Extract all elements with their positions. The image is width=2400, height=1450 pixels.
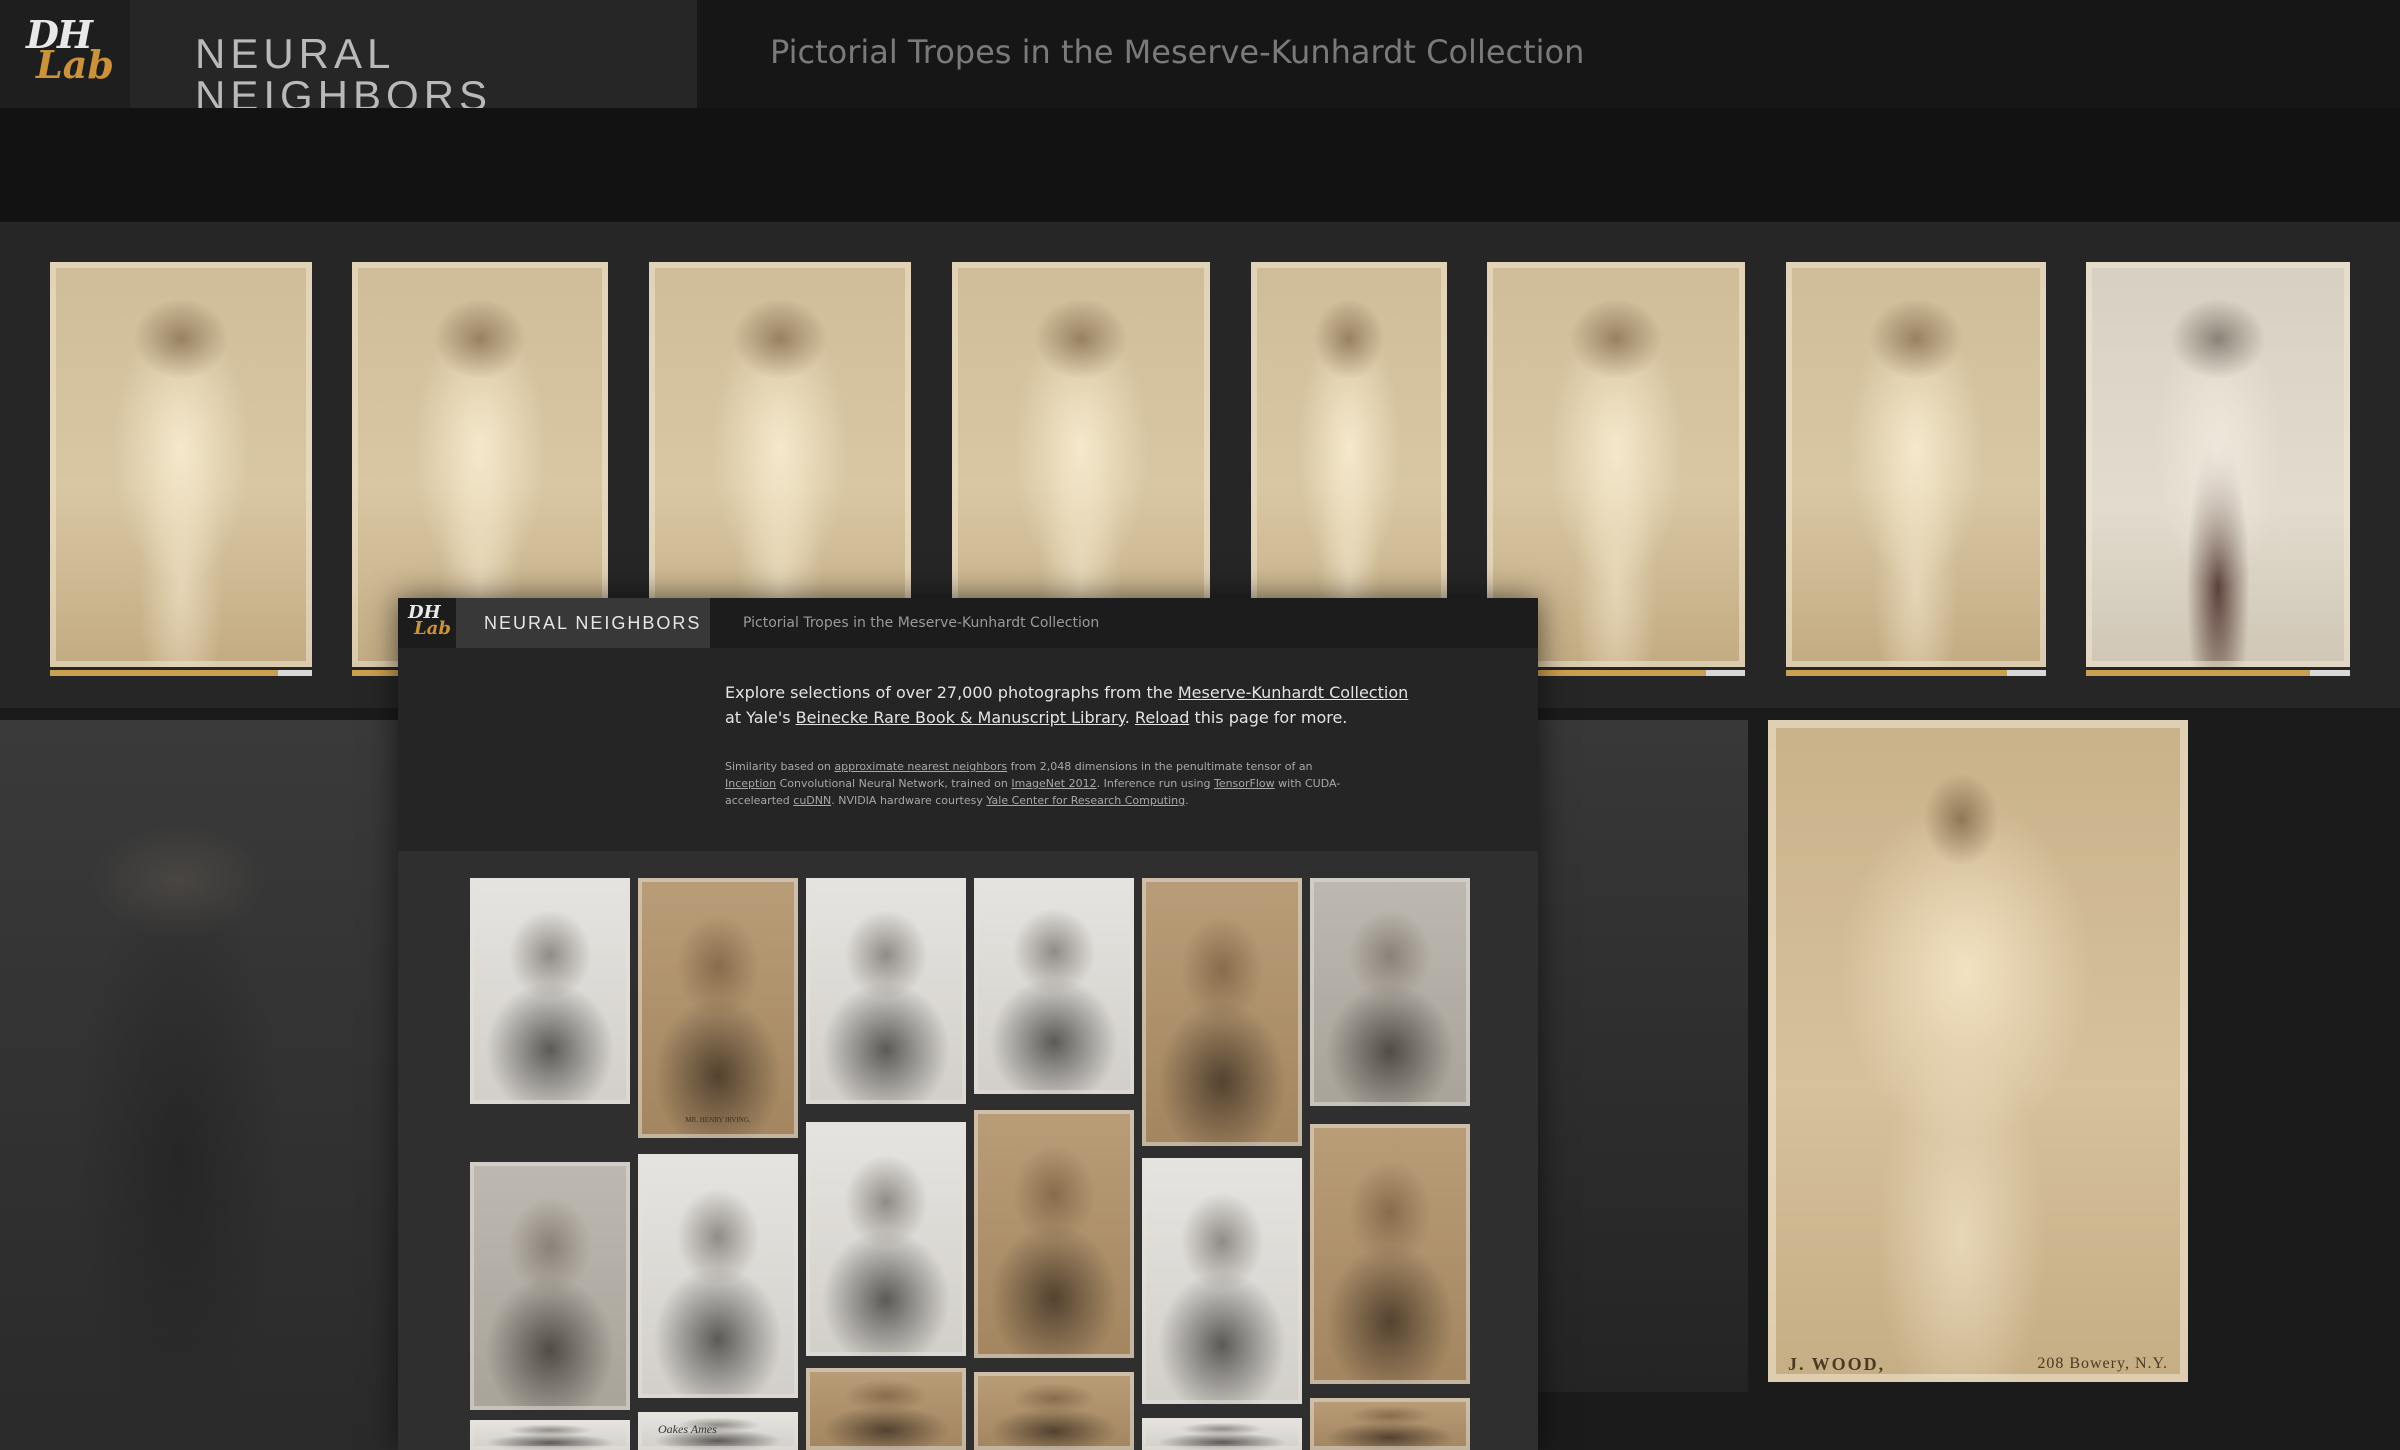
strip-photo-7[interactable] (1786, 262, 2046, 667)
grid-photo-17[interactable] (1142, 1418, 1302, 1450)
modal-subtitle: Pictorial Tropes in the Meserve-Kunhardt… (743, 615, 1100, 631)
modal-header: DH Lab NEURAL NEIGHBORS Pictorial Tropes… (398, 598, 1538, 648)
meserve-kunhardt-link[interactable]: Meserve-Kunhardt Collection (1178, 683, 1408, 702)
background-portrait-center (1538, 720, 1748, 1392)
credits-text-6: . NVIDIA hardware courtesy (831, 794, 987, 807)
strip-photo-8[interactable] (2086, 262, 2350, 667)
grid-photo-15[interactable] (806, 1368, 966, 1450)
grid-photo-12[interactable] (1310, 1124, 1470, 1384)
dh-lab-logo[interactable]: DH Lab (0, 0, 130, 108)
cudnn-link[interactable]: cuDNN (793, 794, 831, 807)
grid-photo-5[interactable] (1142, 878, 1302, 1146)
imagenet-link[interactable]: ImageNet 2012 (1011, 777, 1096, 790)
grid-caption-oakes-ames: Oakes Ames (658, 1422, 717, 1436)
background-portrait-left (0, 720, 398, 1450)
grid-photo-14[interactable]: Oakes Ames (638, 1412, 798, 1450)
modal-intro: Explore selections of over 27,000 photog… (398, 648, 1538, 851)
strip-progress-1 (50, 670, 312, 676)
brand-title: NEURAL NEIGHBORS (195, 30, 493, 119)
credits-text-2: from 2,048 dimensions in the penultimate… (1007, 760, 1313, 773)
site-header: DH Lab NEURAL NEIGHBORS Pictorial Tropes… (0, 0, 2400, 117)
beinecke-link[interactable]: Beinecke Rare Book & Manuscript Library (796, 708, 1125, 727)
credits-text-7: . (1185, 794, 1189, 807)
grid-photo-7[interactable] (470, 1162, 630, 1410)
inception-link[interactable]: Inception (725, 777, 776, 790)
grid-photo-8[interactable] (638, 1154, 798, 1398)
brand-tab[interactable]: NEURAL NEIGHBORS (130, 0, 697, 117)
logo-lab-text: Lab (36, 42, 114, 87)
grid-photo-18[interactable] (1310, 1398, 1470, 1450)
intro-paragraph: Explore selections of over 27,000 photog… (725, 680, 1425, 730)
ann-link[interactable]: approximate nearest neighbors (834, 760, 1007, 773)
strip-progress-7 (1786, 670, 2046, 676)
strip-progress-8 (2086, 670, 2350, 676)
strip-photo-1[interactable] (50, 262, 312, 667)
credits-text-3: Convolutional Neural Network, trained on (776, 777, 1012, 790)
modal-logo-lab-text: Lab (414, 618, 451, 639)
modal-brand-tab[interactable]: NEURAL NEIGHBORS (456, 598, 710, 648)
grid-photo-13[interactable] (470, 1420, 630, 1450)
featured-caption-right: 208 Bowery, N.Y. (2037, 1355, 2168, 1372)
grid-photo-1[interactable] (470, 878, 630, 1104)
grid-photo-11[interactable] (1142, 1158, 1302, 1404)
intro-text-3: . (1124, 708, 1135, 727)
yale-crc-link[interactable]: Yale Center for Research Computing (986, 794, 1185, 807)
intro-text-2: at Yale's (725, 708, 796, 727)
featured-photo[interactable]: J. WOOD, 208 Bowery, N.Y. (1768, 720, 2188, 1382)
grid-photo-3[interactable] (806, 878, 966, 1104)
grid-photo-4[interactable] (974, 878, 1134, 1094)
credits-text-1: Similarity based on (725, 760, 835, 773)
page-subtitle: Pictorial Tropes in the Meserve-Kunhardt… (770, 33, 1585, 71)
credits-text-4: . Inference run using (1096, 777, 1214, 790)
reload-link[interactable]: Reload (1135, 708, 1189, 727)
tensorflow-link[interactable]: TensorFlow (1214, 777, 1275, 790)
featured-caption-left: J. WOOD, (1788, 1354, 1886, 1374)
top-band (0, 108, 2400, 222)
grid-photo-2[interactable]: MR. HENRY IRVING. (638, 878, 798, 1138)
modal-dh-lab-logo[interactable]: DH Lab (398, 598, 456, 648)
modal-brand-title: NEURAL NEIGHBORS (484, 613, 702, 633)
grid-photo-6[interactable] (1310, 878, 1470, 1106)
about-modal: DH Lab NEURAL NEIGHBORS Pictorial Tropes… (398, 598, 1538, 1450)
grid-photo-10[interactable] (974, 1110, 1134, 1358)
grid-caption-henry-irving: MR. HENRY IRVING. (685, 1116, 751, 1124)
credits-paragraph: Similarity based on approximate nearest … (725, 758, 1365, 809)
intro-text-4: this page for more. (1189, 708, 1348, 727)
intro-text-1: Explore selections of over 27,000 photog… (725, 683, 1178, 702)
grid-photo-16[interactable] (974, 1372, 1134, 1450)
grid-photo-9[interactable] (806, 1122, 966, 1356)
